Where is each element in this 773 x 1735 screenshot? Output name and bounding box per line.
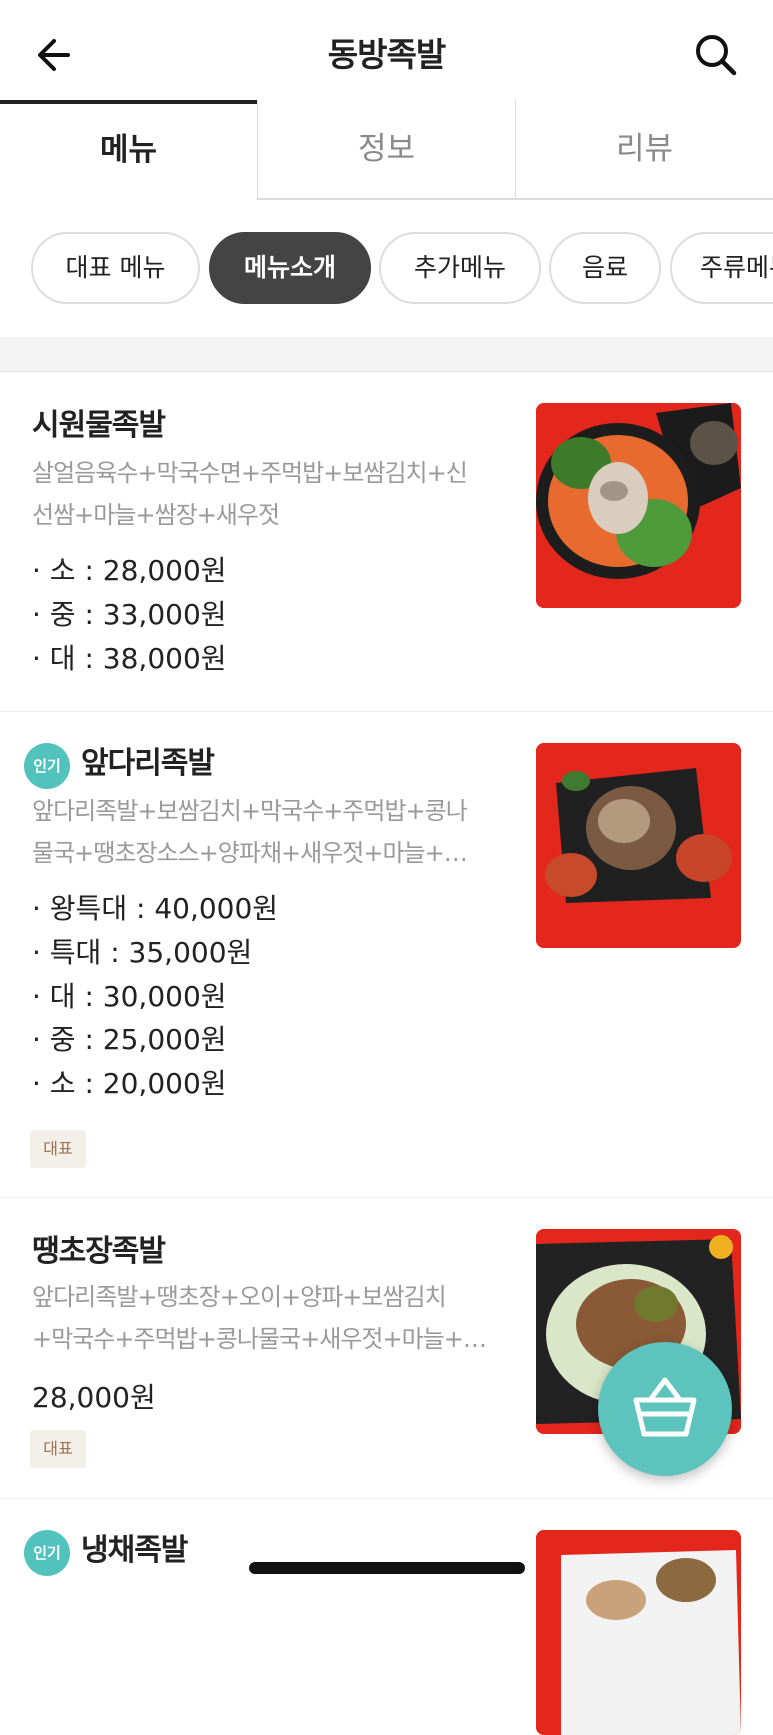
menu-item-photo bbox=[536, 743, 741, 948]
menu-item-desc-line2: +막국수+주먹밥+콩나물국+새우젓+마늘+… bbox=[32, 1325, 487, 1353]
menu-item-photo bbox=[536, 403, 741, 608]
popular-badge: 인기 bbox=[24, 743, 70, 789]
menu-item-price: · 소 : 20,000원 bbox=[32, 1067, 227, 1100]
shopping-basket-icon bbox=[633, 1377, 697, 1437]
menu-item-desc-line1: 살얼음육수+막국수면+주먹밥+보쌈김치+신 bbox=[32, 459, 468, 487]
menu-item-price: · 소 : 28,000원 bbox=[32, 554, 227, 587]
tab-bar: 메뉴 정보 리뷰 bbox=[0, 100, 773, 200]
menu-item-price: 28,000원 bbox=[32, 1381, 156, 1414]
search-icon[interactable] bbox=[691, 30, 741, 80]
page-title: 동방족발 bbox=[327, 35, 446, 74]
category-chips: 대표 메뉴 메뉴소개 추가메뉴 음료 주류메뉴 bbox=[0, 200, 773, 335]
tab-reviews[interactable]: 리뷰 bbox=[515, 100, 773, 200]
menu-item-desc-line1: 앞다리족발+땡초장+오이+양파+보쌈김치 bbox=[32, 1283, 447, 1311]
menu-item-price: · 특대 : 35,000원 bbox=[32, 936, 253, 969]
chip-representative[interactable]: 대표 메뉴 bbox=[31, 232, 200, 304]
representative-tag: 대표 bbox=[30, 1130, 86, 1168]
representative-tag: 대표 bbox=[30, 1430, 86, 1468]
menu-item-name: 앞다리족발 bbox=[81, 746, 215, 781]
cart-button[interactable] bbox=[598, 1342, 732, 1476]
menu-item-name: 냉채족발 bbox=[81, 1533, 188, 1568]
home-indicator[interactable] bbox=[249, 1562, 525, 1574]
popular-badge: 인기 bbox=[24, 1530, 70, 1576]
chip-alcohol[interactable]: 주류메뉴 bbox=[670, 232, 773, 304]
app-header: 동방족발 bbox=[0, 0, 773, 100]
menu-item-price: · 중 : 25,000원 bbox=[32, 1023, 227, 1056]
tab-info[interactable]: 정보 bbox=[257, 100, 515, 200]
tab-menu[interactable]: 메뉴 bbox=[0, 100, 257, 200]
menu-item[interactable]: 인기 냉채족발 bbox=[0, 1499, 773, 1735]
menu-item-price: · 대 : 38,000원 bbox=[32, 642, 227, 675]
chip-drinks[interactable]: 음료 bbox=[549, 232, 661, 304]
menu-item-desc-line1: 앞다리족발+보쌈김치+막국수+주먹밥+콩나 bbox=[32, 797, 468, 825]
menu-item-desc-line2: 선쌈+마늘+쌈장+새우젓 bbox=[32, 501, 280, 529]
chip-extra-menu[interactable]: 추가메뉴 bbox=[379, 232, 541, 304]
menu-item-name: 땡초장족발 bbox=[32, 1234, 166, 1269]
section-divider bbox=[0, 337, 773, 372]
menu-item-photo bbox=[536, 1530, 741, 1735]
chip-menu-intro[interactable]: 메뉴소개 bbox=[209, 232, 371, 304]
menu-item-desc-line2: 물국+땡초장소스+양파채+새우젓+마늘+… bbox=[32, 839, 468, 867]
menu-item[interactable]: 시원물족발 살얼음육수+막국수면+주먹밥+보쌈김치+신 선쌈+마늘+쌈장+새우젓… bbox=[0, 372, 773, 712]
menu-item[interactable]: 인기 앞다리족발 앞다리족발+보쌈김치+막국수+주먹밥+콩나 물국+땡초장소스+… bbox=[0, 712, 773, 1198]
menu-item-price: · 대 : 30,000원 bbox=[32, 980, 227, 1013]
menu-item-price: · 왕특대 : 40,000원 bbox=[32, 892, 279, 925]
menu-item-name: 시원물족발 bbox=[32, 408, 166, 443]
menu-item-price: · 중 : 33,000원 bbox=[32, 598, 227, 631]
